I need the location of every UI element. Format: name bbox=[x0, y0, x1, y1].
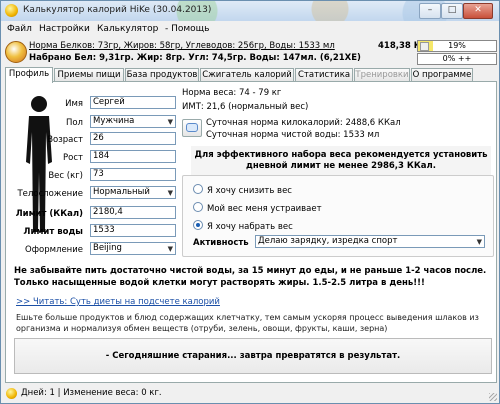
chevron-down-icon: ▼ bbox=[476, 238, 482, 246]
chat-bubble-icon[interactable] bbox=[182, 119, 202, 137]
weight-norm: Норма веса: 74 - 79 кг bbox=[182, 88, 282, 98]
sun-icon bbox=[6, 388, 17, 399]
daily-water-norm: Суточная норма чистой воды: 1533 мл bbox=[206, 130, 380, 140]
radio-selected-icon bbox=[193, 220, 203, 230]
tab-strip: Профиль Приемы пищи База продуктов Сжига… bbox=[5, 67, 497, 83]
kcal-limit-label: Лимит (ККал) bbox=[15, 209, 83, 219]
nutrition-info-bar: Норма Белков: 73гр, Жиров: 58гр, Углевод… bbox=[1, 38, 499, 66]
water-reminder-line-2: Только насыщенные водой клетки могут рас… bbox=[14, 278, 425, 288]
name-label: Имя bbox=[65, 99, 83, 109]
water-reminder-line-1: Не забывайте пить достаточно чистой воды… bbox=[14, 266, 487, 276]
goal-gain-label: Я хочу набрать вес bbox=[207, 222, 293, 232]
tab-calorie-burner[interactable]: Сжигатель калорий bbox=[200, 68, 294, 81]
sex-value: Мужчина bbox=[93, 116, 135, 126]
goal-lose-radio[interactable]: Я хочу снизить вес bbox=[193, 184, 292, 196]
water-limit-input[interactable]: 1533 bbox=[90, 224, 176, 237]
activity-select[interactable]: Делаю зарядку, изредка спорт ▼ bbox=[255, 235, 485, 248]
sex-label: Пол bbox=[65, 118, 83, 128]
tab-workouts: Тренировки bbox=[354, 68, 410, 81]
goal-gain-radio[interactable]: Я хочу набрать вес bbox=[193, 220, 293, 232]
age-label: Возраст bbox=[47, 135, 83, 145]
fiber-tip-line-1: Ешьте больше продуктов и блюд содержащих… bbox=[16, 313, 479, 322]
sun-icon bbox=[5, 41, 27, 63]
app-icon bbox=[5, 4, 18, 17]
goal-keep-label: Мой вес меня устраивает bbox=[207, 204, 322, 214]
tab-statistics[interactable]: Статистика bbox=[295, 68, 353, 81]
radio-icon bbox=[193, 202, 203, 212]
tab-about[interactable]: О программе bbox=[411, 68, 473, 81]
bmi: ИМТ: 21,6 (нормальный вес) bbox=[182, 102, 309, 112]
water-reminder: Не забывайте пить достаточно чистой воды… bbox=[14, 265, 494, 289]
status-bar: Дней: 1 | Изменение веса: 0 кг. bbox=[1, 385, 499, 403]
goal-group: Я хочу снизить вес Мой вес меня устраива… bbox=[182, 175, 494, 257]
menu-settings[interactable]: Настройки bbox=[39, 24, 90, 34]
tab-product-base[interactable]: База продуктов bbox=[125, 68, 199, 81]
kcal-progress-bar: 19% bbox=[417, 40, 497, 52]
sex-select[interactable]: Мужчина ▼ bbox=[90, 115, 176, 128]
daily-kcal-norm: Суточная норма килокалорий: 2488,6 ККал bbox=[206, 118, 401, 128]
height-input[interactable]: 184 bbox=[90, 150, 176, 163]
close-button[interactable]: ✕ bbox=[463, 3, 493, 19]
theme-label: Оформление bbox=[25, 245, 83, 255]
resize-grip-icon[interactable] bbox=[489, 393, 497, 401]
goal-lose-label: Я хочу снизить вес bbox=[207, 186, 292, 196]
menu-calculator[interactable]: Калькулятор bbox=[97, 24, 158, 34]
body-type-value: Нормальный bbox=[93, 187, 150, 197]
tab-meals[interactable]: Приемы пищи bbox=[54, 68, 124, 81]
motivation-banner: - Сегодняшние старания... завтра преврат… bbox=[14, 338, 492, 374]
title-bar[interactable]: Калькулятор калорий HiKe (30.04.2013) – … bbox=[1, 1, 500, 21]
extra-progress-bar: 0% ++ bbox=[417, 53, 497, 65]
theme-value: Beijing bbox=[93, 243, 122, 253]
body-type-label: Телосложение bbox=[17, 189, 83, 199]
hint-line-1: Для эффективного набора веса рекомендует… bbox=[194, 150, 488, 160]
chevron-down-icon: ▼ bbox=[167, 245, 173, 253]
menu-file[interactable]: Файл bbox=[7, 24, 32, 34]
diet-article-link[interactable]: >> Читать: Суть диеты на подсчете калори… bbox=[16, 297, 220, 307]
activity-label: Активность bbox=[193, 238, 249, 248]
consumed-totals: Набрано Бел: 9,31гр. Жир: 8гр. Угл: 74,5… bbox=[29, 53, 361, 63]
kcal-progress-label: 19% bbox=[448, 41, 466, 50]
extra-progress-label: 0% ++ bbox=[442, 54, 472, 63]
radio-icon bbox=[193, 184, 203, 194]
app-window: Калькулятор калорий HiKe (30.04.2013) – … bbox=[0, 0, 500, 404]
height-label: Рост bbox=[63, 153, 83, 163]
chevron-down-icon: ▼ bbox=[167, 118, 173, 126]
kcal-limit-input[interactable]: 2180,4 bbox=[90, 206, 176, 219]
recommendation-hint: Для эффективного набора веса рекомендует… bbox=[191, 146, 491, 176]
menu-help[interactable]: - Помощь bbox=[165, 24, 209, 34]
maximize-button[interactable]: □ bbox=[441, 3, 463, 19]
water-limit-label: Лимит воды bbox=[23, 227, 83, 237]
window-title: Калькулятор калорий HiKe (30.04.2013) bbox=[23, 5, 212, 15]
theme-select[interactable]: Beijing ▼ bbox=[90, 242, 176, 255]
tab-profile[interactable]: Профиль bbox=[5, 67, 53, 83]
chevron-down-icon: ▼ bbox=[167, 189, 173, 197]
goal-keep-radio[interactable]: Мой вес меня устраивает bbox=[193, 202, 322, 214]
fiber-tip-line-2: организма и нормализуя обмен веществ (от… bbox=[16, 324, 388, 333]
hint-line-2: дневной лимит не менее 2986,3 ККал. bbox=[246, 161, 436, 171]
activity-value: Делаю зарядку, изредка спорт bbox=[258, 236, 398, 246]
weight-label: Вес (кг) bbox=[48, 171, 83, 181]
weight-input[interactable]: 73 bbox=[90, 168, 176, 181]
age-input[interactable]: 26 bbox=[90, 132, 176, 145]
name-input[interactable]: Сергей bbox=[90, 96, 176, 109]
status-text: Дней: 1 | Изменение веса: 0 кг. bbox=[21, 388, 162, 398]
body-type-select[interactable]: Нормальный ▼ bbox=[90, 186, 176, 199]
fiber-tip: Ешьте больше продуктов и блюд содержащих… bbox=[16, 312, 491, 334]
minimize-button[interactable]: – bbox=[419, 3, 441, 19]
menu-bar: Файл Настройки Калькулятор - Помощь bbox=[1, 21, 499, 38]
daily-norms: Норма Белков: 73гр, Жиров: 58гр, Углевод… bbox=[29, 41, 335, 51]
profile-panel: Имя Сергей Пол Мужчина ▼ Возраст 26 Рост… bbox=[5, 81, 497, 383]
